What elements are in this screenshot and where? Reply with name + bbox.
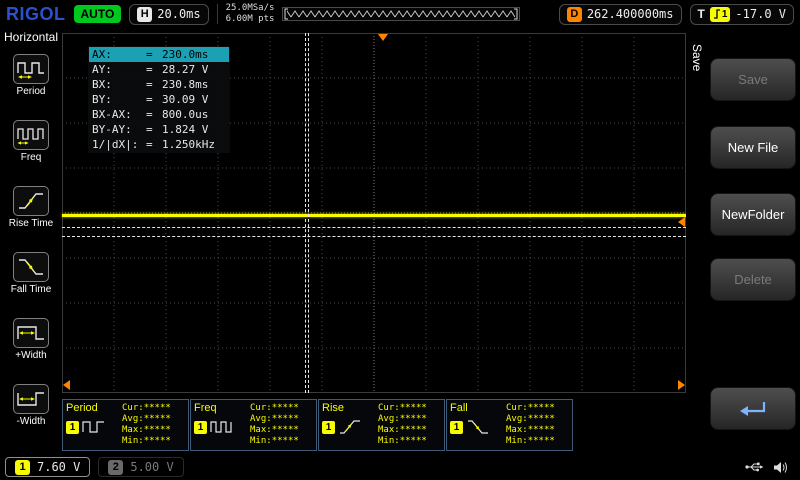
readout-row-inverse-dx: 1/|dX|: = 1.250kHz xyxy=(89,137,229,152)
timebase-pill: H 20.0ms xyxy=(129,4,208,25)
left-menu-title: Horizontal xyxy=(0,30,62,44)
acquisition-info: 25.0MSa/s 6.00M pts xyxy=(217,4,275,24)
sidebar-item-fall-time[interactable]: Fall Time xyxy=(0,244,62,310)
horizontal-measure-menu: Horizontal Period Freq xyxy=(0,28,62,454)
cursor-line-ay[interactable] xyxy=(62,236,686,237)
sidebar-item-plus-width[interactable]: +Width xyxy=(0,310,62,376)
horizontal-badge: H xyxy=(137,7,152,22)
new-folder-button[interactable]: NewFolder xyxy=(710,193,796,236)
delete-button[interactable]: Delete xyxy=(710,258,796,301)
readout-row-by: BY: = 30.09 V xyxy=(89,92,229,107)
pan-right-marker xyxy=(678,380,685,390)
period-icon xyxy=(16,58,46,80)
rise-time-icon xyxy=(16,190,46,212)
readout-row-bxax: BX-AX: = 800.0us xyxy=(89,107,229,122)
sidebar-item-label: Freq xyxy=(21,152,42,163)
usb-icon xyxy=(744,461,764,473)
cursor-line-by[interactable] xyxy=(62,227,686,228)
delay-pill: D 262.400000ms xyxy=(559,4,682,25)
status-icons xyxy=(744,461,795,474)
freq-small-icon xyxy=(210,419,234,435)
measurement-panel-rise: Rise 1 Cur:***** Avg:***** Max:***** Min… xyxy=(318,399,445,451)
freq-icon xyxy=(16,124,46,146)
return-arrow-icon xyxy=(736,398,770,420)
readout-row-ax: AX: = 230.0ms xyxy=(89,47,229,62)
trigger-source: 1 xyxy=(722,9,728,20)
sidebar-item-label: Rise Time xyxy=(9,218,53,229)
sidebar-item-label: +Width xyxy=(15,350,46,361)
channel1-badge: 1 xyxy=(15,460,30,475)
waveform-display: AX: = 230.0ms AY: = 28.27 V BX: = 230.8m… xyxy=(62,33,686,393)
top-status-bar: RIGOL AUTO H 20.0ms 25.0MSa/s 6.00M pts … xyxy=(0,0,800,28)
trigger-level-marker[interactable] xyxy=(678,217,685,227)
trigger-pill: T 1 -17.0 V xyxy=(690,4,794,25)
trigger-source-badge: 1 xyxy=(710,7,731,22)
rise-small-icon xyxy=(338,419,362,435)
trigger-label: T xyxy=(698,7,705,21)
channel-badge: 1 xyxy=(194,421,207,434)
measurement-panel-fall: Fall 1 Cur:***** Avg:***** Max:***** Min… xyxy=(446,399,573,451)
sample-rate: 25.0MSa/s xyxy=(226,3,275,14)
sidebar-item-period[interactable]: Period xyxy=(0,46,62,112)
cursor-line-ax[interactable] xyxy=(305,33,306,393)
minus-width-icon xyxy=(16,388,46,410)
channel2-status[interactable]: 2 5.00 V xyxy=(98,457,183,477)
measurement-panel-freq: Freq 1 Cur:***** Avg:***** Max:***** Min… xyxy=(190,399,317,451)
period-small-icon xyxy=(82,419,106,435)
trigger-level: -17.0 V xyxy=(735,7,786,21)
plus-width-icon xyxy=(16,322,46,344)
sidebar-item-minus-width[interactable]: -Width xyxy=(0,376,62,442)
channel2-badge: 2 xyxy=(108,460,123,475)
cursor-line-bx[interactable] xyxy=(308,33,309,393)
measurement-bar: Period 1 Cur:***** Avg:***** Max:***** M… xyxy=(62,399,573,452)
save-button[interactable]: Save xyxy=(710,58,796,101)
return-button[interactable] xyxy=(710,387,796,430)
delay-value: 262.400000ms xyxy=(587,7,674,21)
run-state-badge: AUTO xyxy=(74,5,122,23)
sidebar-item-rise-time[interactable]: Rise Time xyxy=(0,178,62,244)
channel1-status[interactable]: 1 7.60 V xyxy=(5,457,90,477)
softkey-menu: Save Save New File NewFolder Delete xyxy=(686,30,800,455)
sidebar-item-label: Fall Time xyxy=(11,284,52,295)
cursor-readout-panel: AX: = 230.0ms AY: = 28.27 V BX: = 230.8m… xyxy=(88,46,230,153)
sidebar-item-label: Period xyxy=(17,86,46,97)
readout-row-bx: BX: = 230.8ms xyxy=(89,77,229,92)
new-file-button[interactable]: New File xyxy=(710,126,796,169)
speaker-icon xyxy=(773,461,789,474)
measurement-panel-period: Period 1 Cur:***** Avg:***** Max:***** M… xyxy=(62,399,189,451)
pan-left-marker xyxy=(63,380,70,390)
timebase-value: 20.0ms xyxy=(157,7,200,21)
channel2-scale: 5.00 V xyxy=(130,460,173,474)
trigger-position-marker[interactable] xyxy=(378,34,388,41)
waveform-overview-strip xyxy=(282,7,520,21)
channel-badge: 1 xyxy=(66,421,79,434)
memory-depth: 6.00M pts xyxy=(226,14,275,25)
waveform-overview-icon xyxy=(283,8,519,20)
fall-small-icon xyxy=(466,419,490,435)
rigol-logo: RIGOL xyxy=(6,4,66,25)
status-bar: 1 7.60 V 2 5.00 V xyxy=(0,454,800,480)
sidebar-item-freq[interactable]: Freq xyxy=(0,112,62,178)
channel-badge: 1 xyxy=(322,421,335,434)
readout-row-ay: AY: = 28.27 V xyxy=(89,62,229,77)
menu-tab-save: Save xyxy=(690,44,704,71)
readout-row-byay: BY-AY: = 1.824 V xyxy=(89,122,229,137)
fall-time-icon xyxy=(16,256,46,278)
ch1-trace[interactable] xyxy=(62,214,686,217)
sidebar-item-label: -Width xyxy=(17,416,46,427)
channel1-scale: 7.60 V xyxy=(37,460,80,474)
rising-edge-icon xyxy=(713,9,721,19)
delay-badge: D xyxy=(567,7,582,22)
channel-badge: 1 xyxy=(450,421,463,434)
